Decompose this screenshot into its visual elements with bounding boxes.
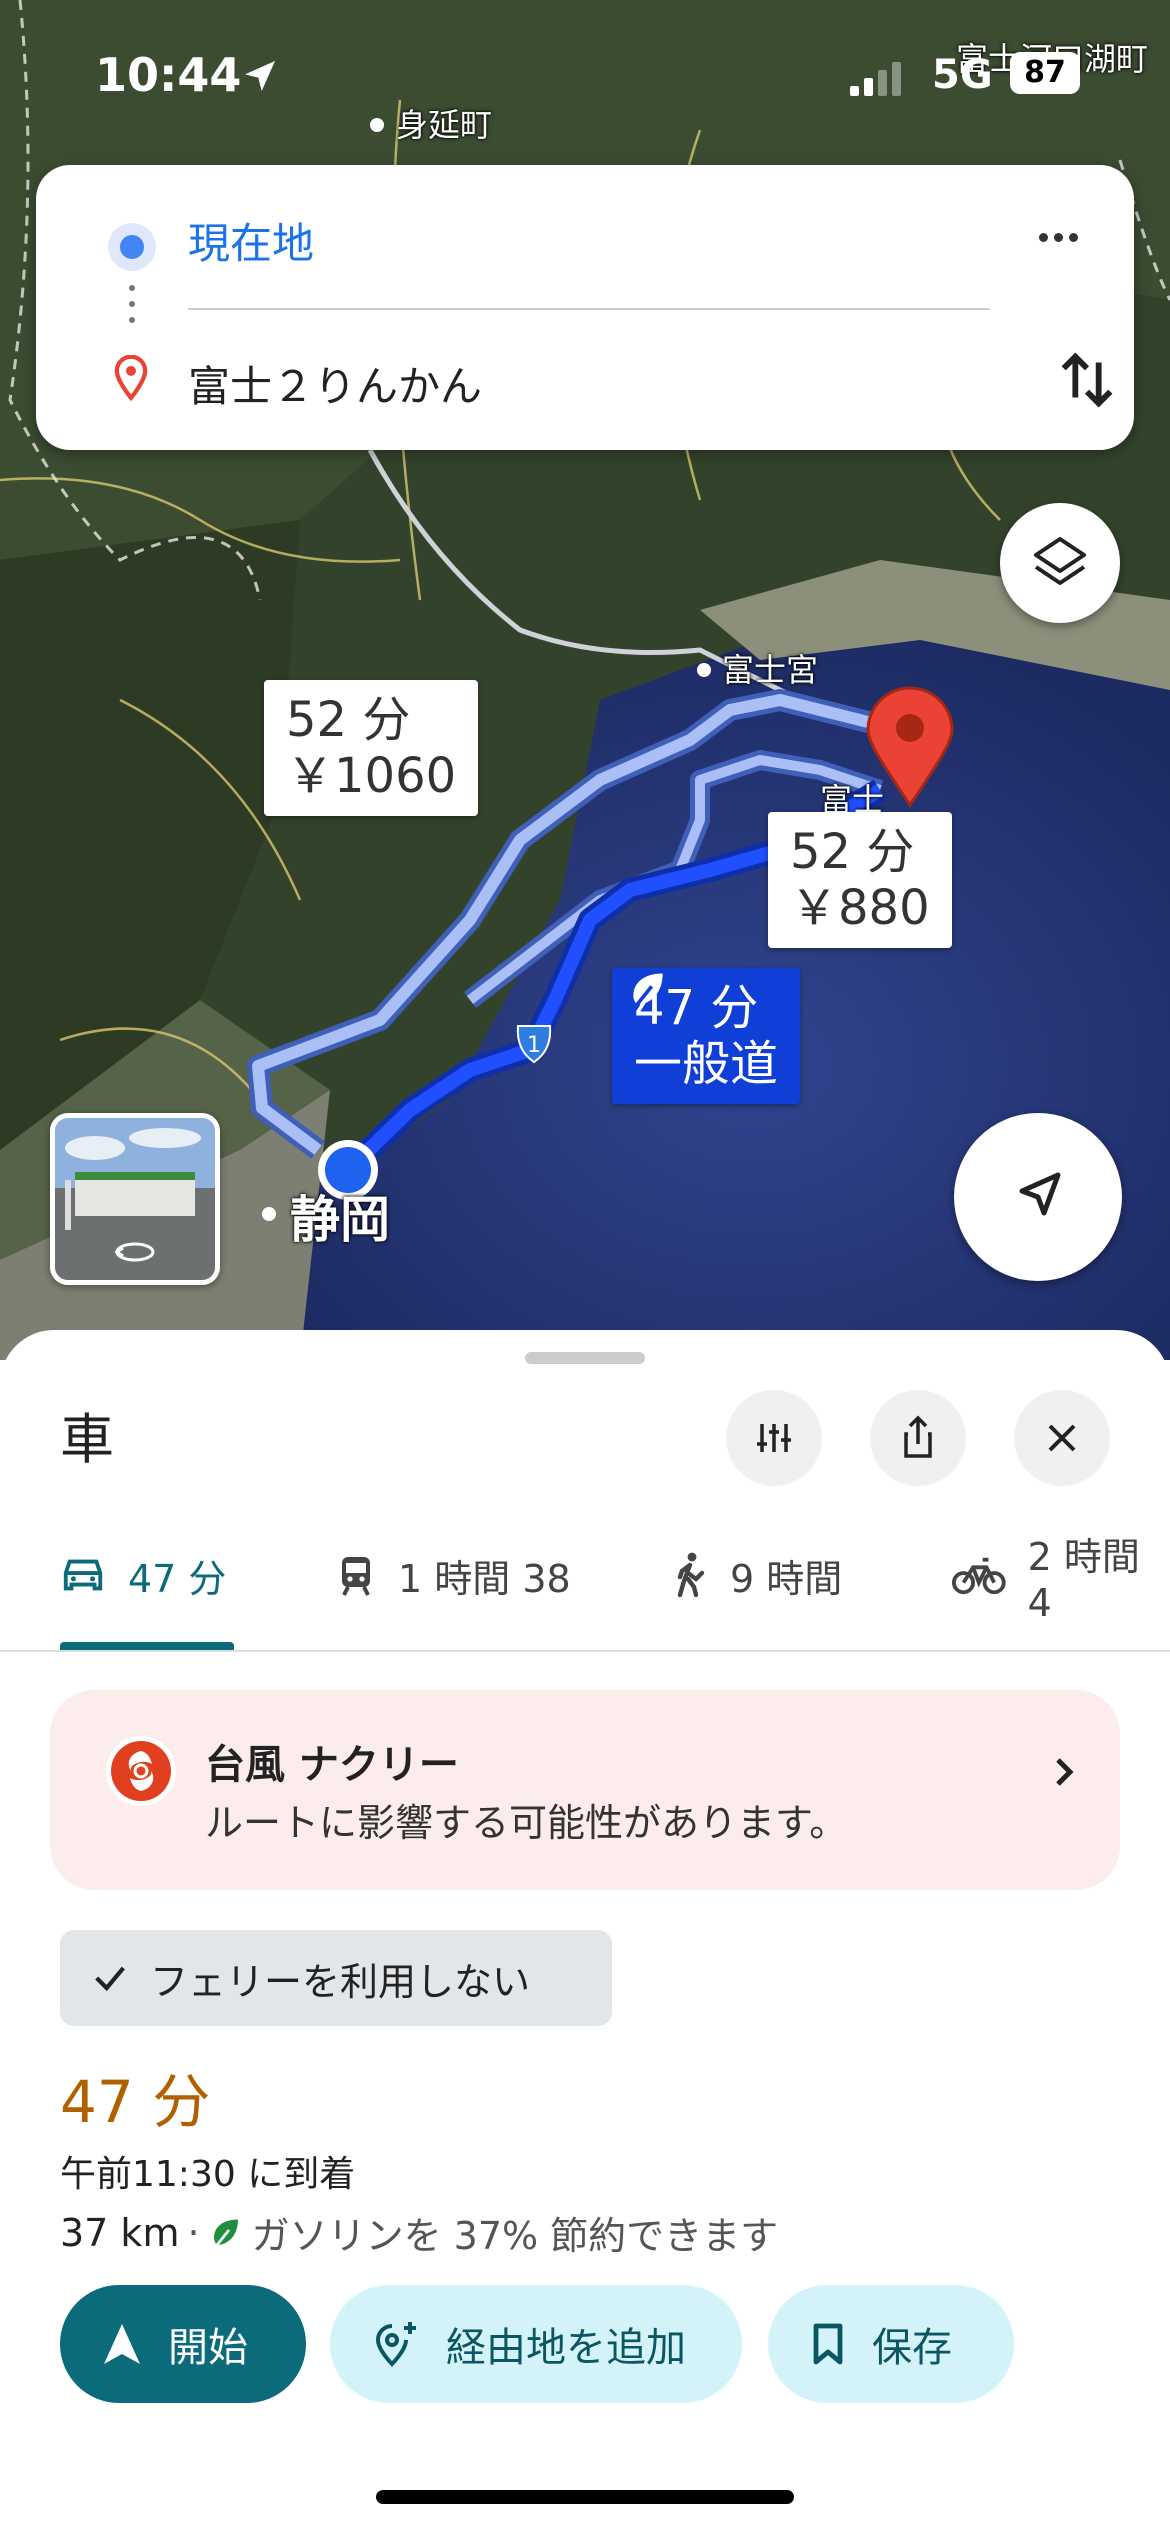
destination-field[interactable]: 富士２りんかん [188, 353, 482, 414]
route-alt-badge-2[interactable]: 52 分 ￥880 [768, 812, 952, 948]
fuel-saving-note: ガソリンを 37% 節約できます [251, 2214, 779, 2258]
network-type: 5G [932, 52, 993, 98]
more-options-button[interactable] [1036, 227, 1116, 267]
avoid-ferries-label: フェリーを利用しない [150, 1959, 531, 2004]
signal-icon [850, 62, 901, 96]
avoid-ferries-chip[interactable]: フェリーを利用しない [60, 1930, 612, 2026]
bike-icon [952, 1557, 1006, 1595]
save-button[interactable]: 保存 [768, 2285, 1014, 2403]
status-bar: 10:44 5G 87 [0, 0, 1170, 150]
car-icon [63, 1559, 103, 1591]
route-duration: 47 分 [60, 2068, 211, 2136]
route-selected-road: 一般道 [634, 1036, 779, 1092]
route-alt-2-price: ￥880 [790, 880, 930, 936]
layers-button[interactable] [1000, 503, 1120, 623]
battery-indicator: 87 [1010, 52, 1080, 94]
travel-mode-title: 車 [60, 1408, 114, 1471]
map-label-shizuoka: 静岡 [290, 1191, 390, 1249]
route-connector-dots [128, 285, 136, 333]
tab-walk[interactable]: 9 時間 [672, 1500, 842, 1650]
tab-bike[interactable]: 2 時間 4 [952, 1500, 1170, 1650]
tab-drive-label: 47 分 [128, 1556, 227, 1601]
route-alt-1-time: 52 分 [286, 692, 411, 748]
more-icon [1039, 233, 1048, 242]
start-navigation-button[interactable]: 開始 [60, 2285, 306, 2403]
alert-subtitle: ルートに影響する可能性があります。 [205, 1801, 848, 1845]
layers-icon [1034, 537, 1086, 585]
close-button[interactable] [1014, 1390, 1110, 1486]
alert-title: 台風 ナクリー [205, 1742, 459, 1788]
navigation-start-icon [104, 2324, 140, 2364]
typhoon-icon [111, 1741, 171, 1801]
swap-origin-destination-button[interactable] [1052, 345, 1122, 415]
close-icon [1048, 1424, 1076, 1452]
start-label: 開始 [168, 2325, 248, 2371]
add-stop-label: 経由地を追加 [446, 2325, 686, 2371]
travel-mode-tabs: 47 分 1 時間 38 9 時間 2 時間 4 [0, 1500, 1170, 1652]
home-indicator[interactable] [376, 2490, 794, 2504]
add-stop-button[interactable]: 経由地を追加 [330, 2285, 742, 2403]
route-distance: 37 km [60, 2210, 180, 2255]
save-label: 保存 [872, 2325, 952, 2371]
sliders-icon [757, 1424, 791, 1452]
street-view-thumbnail[interactable] [50, 1113, 220, 1285]
eco-leaf-icon [633, 973, 663, 1006]
status-time: 10:44 [95, 48, 242, 102]
typhoon-alert-card[interactable]: 台風 ナクリー ルートに影響する可能性があります。 [50, 1690, 1120, 1890]
arrival-time: 午前11:30 に到着 [60, 2154, 356, 2195]
share-button[interactable] [870, 1390, 966, 1486]
tab-drive[interactable]: 47 分 [60, 1500, 226, 1650]
tab-transit[interactable]: 1 時間 38 [336, 1500, 571, 1650]
route-options-button[interactable] [726, 1390, 822, 1486]
route-distance-row: 37 km · ガソリンを 37% 節約できます [60, 2205, 778, 2260]
chevron-right-icon [1056, 1758, 1074, 1786]
route-selected-badge[interactable]: 47 分 一般道 [612, 968, 801, 1104]
location-services-icon [245, 61, 275, 91]
separator: · [187, 2210, 200, 2255]
route-alt-2-time: 52 分 [790, 824, 915, 880]
active-tab-indicator [60, 1642, 234, 1650]
sheet-drag-handle[interactable] [525, 1352, 645, 1364]
recenter-navigation-button[interactable] [954, 1113, 1122, 1281]
share-icon [904, 1415, 932, 1458]
bookmark-icon [813, 2323, 843, 2365]
route-alt-badge-1[interactable]: 52 分 ￥1060 [264, 680, 479, 816]
map-label-fujinomiya: 富士宮 [722, 651, 819, 689]
train-icon [342, 1557, 370, 1596]
origin-dot-icon [108, 223, 156, 271]
svg-text:1: 1 [527, 1033, 541, 1058]
check-icon [95, 1966, 125, 1992]
tab-bike-label: 2 時間 4 [1027, 1534, 1140, 1625]
walk-icon [677, 1552, 705, 1598]
360-rotate-icon [114, 1242, 155, 1262]
destination-pin-icon [114, 355, 148, 401]
directions-search-card: 現在地 富士２りんかん [36, 165, 1134, 450]
origin-field[interactable]: 現在地 [188, 210, 314, 271]
navigation-arrow-icon [1019, 1172, 1061, 1216]
eco-leaf-icon [213, 2219, 238, 2246]
field-divider [188, 308, 990, 310]
route-alt-1-price: ￥1060 [286, 748, 457, 804]
add-location-icon [375, 2322, 416, 2367]
tab-walk-label: 9 時間 [730, 1556, 843, 1601]
alert-icon-wrap [106, 1736, 176, 1806]
tab-transit-label: 1 時間 38 [398, 1556, 571, 1601]
